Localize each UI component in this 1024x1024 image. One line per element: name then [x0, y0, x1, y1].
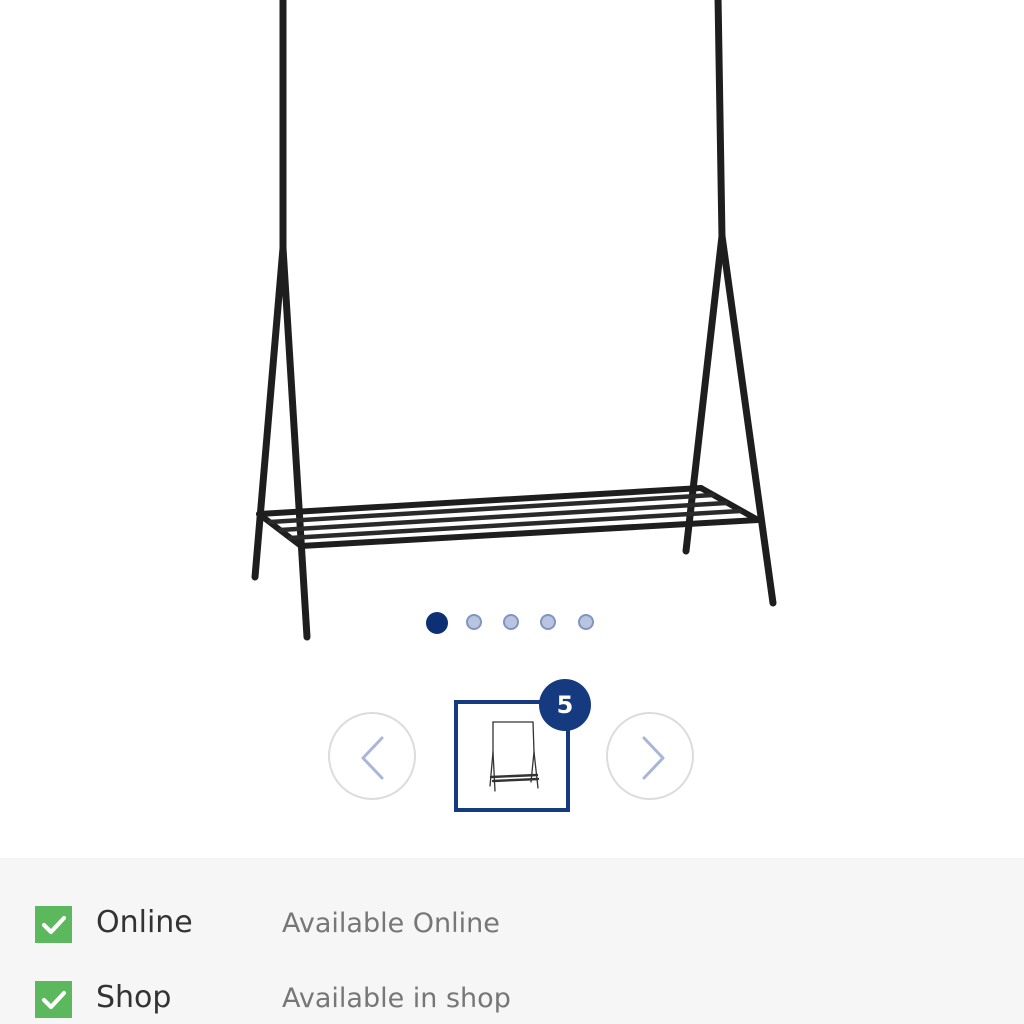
availability-row-online: Online Available Online	[0, 895, 1024, 955]
product-image[interactable]	[0, 0, 1024, 660]
carousel-dots	[0, 612, 1024, 634]
chevron-left-icon	[361, 736, 384, 780]
image-count-badge: 5	[539, 679, 591, 731]
availability-row-shop: Shop Available in shop	[0, 970, 1024, 1024]
availability-status: Available in shop	[282, 983, 511, 1014]
availability-status: Available Online	[282, 908, 500, 939]
product-page: 5 Online Available Online Shop Available…	[0, 0, 1024, 1024]
availability-label: Shop	[96, 980, 172, 1015]
availability-label: Online	[96, 905, 193, 940]
product-gallery: 5	[0, 0, 1024, 858]
carousel-dot-4[interactable]	[540, 614, 556, 630]
checkmark-icon	[35, 981, 72, 1018]
checkmark-icon	[35, 906, 72, 943]
carousel-dot-5[interactable]	[578, 614, 594, 630]
carousel-dot-1[interactable]	[426, 612, 448, 634]
chevron-right-icon	[642, 736, 665, 780]
next-image-button[interactable]	[606, 712, 694, 800]
carousel-dot-3[interactable]	[503, 614, 519, 630]
previous-image-button[interactable]	[328, 712, 416, 800]
carousel-dot-2[interactable]	[466, 614, 482, 630]
availability-panel: Online Available Online Shop Available i…	[0, 858, 1024, 1024]
